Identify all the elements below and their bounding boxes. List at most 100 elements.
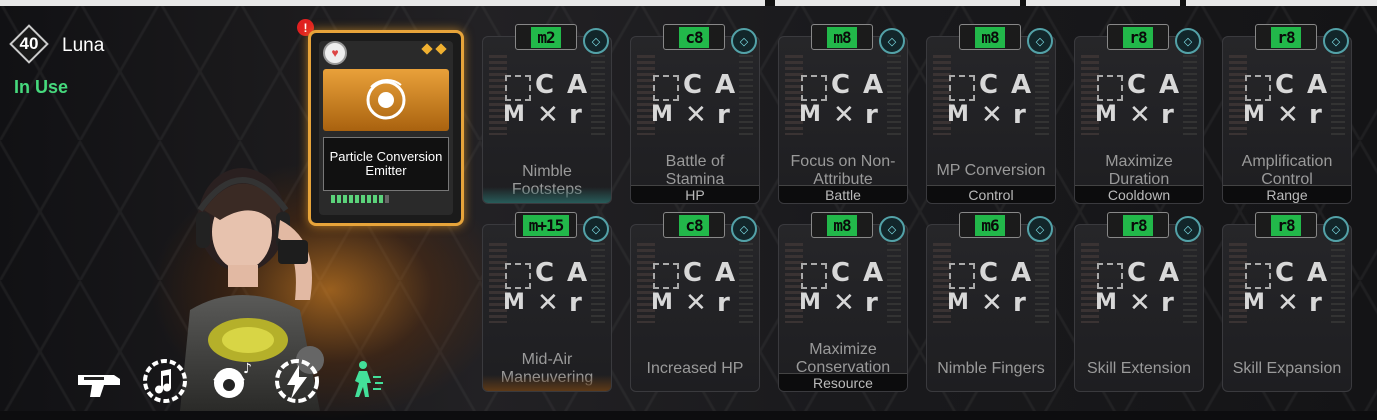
equipped-module-name: Particle Conversion Emitter: [323, 137, 449, 191]
module-type-icon: ◇: [583, 216, 609, 242]
module-cost-badge: m8: [811, 212, 873, 238]
capacity-pip: [337, 195, 341, 203]
capacity-pip: [343, 195, 347, 203]
module-art-icon: [323, 69, 449, 131]
module-socket-glyphs-icon: C A M ✕ r: [799, 70, 884, 130]
module-type-icon: ◇: [731, 28, 757, 54]
module-cost: r8: [1123, 214, 1153, 236]
module-card[interactable]: C A M ✕ r Increased HP c8 ◇: [630, 212, 760, 392]
module-type-icon: ◇: [1175, 28, 1201, 54]
module-type-icon: ◇: [1175, 216, 1201, 242]
svg-text:♪: ♪: [243, 361, 252, 377]
module-card-body: C A M ✕ r Nimble Fingers: [926, 224, 1056, 392]
capacity-bar: [331, 195, 389, 203]
module-tag: Battle: [779, 185, 907, 203]
module-cost: m6: [975, 214, 1005, 236]
module-card[interactable]: C A M ✕ r MP Conversion Control m8 ◇: [926, 24, 1056, 204]
module-type-icon: ◇: [1323, 28, 1349, 54]
module-socket-glyphs-icon: C A M ✕ r: [947, 258, 1032, 318]
module-card-body: C A M ✕ r Skill Extension: [1074, 224, 1204, 392]
module-cost-badge: r8: [1107, 212, 1169, 238]
top-strip: [0, 0, 1377, 6]
capacity-pip: [355, 195, 359, 203]
selected-accent: [483, 187, 611, 203]
module-socket-glyphs-icon: C A M ✕ r: [1095, 258, 1180, 318]
module-card-body: C A M ✕ r MP Conversion Control: [926, 36, 1056, 204]
level-number: 40: [19, 34, 39, 53]
module-card-body: CAM✕rNimble Footsteps: [482, 36, 612, 204]
module-name: Skill Extension: [1086, 360, 1192, 377]
module-name: Skill Expansion: [1232, 360, 1342, 377]
capacity-pip: [367, 195, 371, 203]
module-cost: m+15: [522, 214, 570, 236]
equipped-module-card[interactable]: ♥ Particle Conversion Emitter: [308, 30, 464, 226]
module-socket-glyphs-icon: C A M ✕ r: [503, 258, 588, 318]
module-cost: r8: [1271, 214, 1301, 236]
module-cost-badge: m2: [515, 24, 577, 50]
module-card[interactable]: C A M ✕ r Amplification Control Range r8 ◇: [1222, 24, 1352, 204]
module-socket-glyphs-icon: C A M ✕ r: [1243, 70, 1328, 130]
module-card[interactable]: C A M ✕ r Nimble Fingers m6 ◇: [926, 212, 1056, 392]
module-tag: Resource: [779, 373, 907, 391]
capacity-pip: [373, 195, 377, 203]
module-tag: Cooldown: [1075, 185, 1203, 203]
module-type-icon: ◇: [1027, 28, 1053, 54]
module-cost: m2: [531, 26, 561, 48]
module-card[interactable]: C A M ✕ r Skill Expansion r8 ◇: [1222, 212, 1352, 392]
module-card[interactable]: C A M ✕ r Focus on Non-Attribute Battle m8 ◇: [778, 24, 908, 204]
module-card[interactable]: C A M ✕ r Battle of Stamina HP c8 ◇: [630, 24, 760, 204]
module-type-icon: ◇: [583, 28, 609, 54]
module-cost-badge: c8: [663, 212, 725, 238]
lightning-ring-icon[interactable]: [272, 356, 322, 406]
module-name: Increased HP: [646, 360, 744, 377]
character-name: Luna: [62, 35, 105, 56]
module-cost-badge: m+15: [515, 212, 577, 238]
module-socket-glyphs-icon: C A M ✕ r: [1243, 258, 1328, 318]
module-cost: m8: [975, 26, 1005, 48]
favorite-icon[interactable]: ♥: [323, 41, 347, 65]
capacity-pip: [331, 195, 335, 203]
module-tag: HP: [631, 185, 759, 203]
capacity-pip: [361, 195, 365, 203]
module-cost: c8: [679, 26, 709, 48]
gun-icon[interactable]: [74, 356, 124, 406]
module-socket-glyphs-icon: C A M ✕ r: [503, 70, 588, 130]
module-card-body: C A M ✕ r Battle of Stamina HP: [630, 36, 760, 204]
capacity-pip: [385, 195, 389, 203]
module-socket-glyphs-icon: C A M ✕ r: [1095, 70, 1180, 130]
module-card-body: CAM✕rMid-Air Maneuvering: [482, 224, 612, 392]
module-socket-glyphs-icon: C A M ✕ r: [651, 258, 736, 318]
module-card-body: C A M ✕ r Maximize Duration Cooldown: [1074, 36, 1204, 204]
music-burst-icon[interactable]: [140, 356, 190, 406]
module-card[interactable]: C A M ✕ r Skill Extension r8 ◇: [1074, 212, 1204, 392]
module-cost-badge: r8: [1255, 212, 1317, 238]
capacity-pip: [379, 195, 383, 203]
module-cost-badge: m6: [959, 212, 1021, 238]
module-cost: c8: [679, 214, 709, 236]
module-card-body: C A M ✕ r Skill Expansion: [1222, 224, 1352, 392]
module-card[interactable]: C A M ✕ r Maximize Conservation Resource m8 ◇: [778, 212, 908, 392]
module-type-icon: ◇: [879, 216, 905, 242]
module-card-body: C A M ✕ r Increased HP: [630, 224, 760, 392]
module-socket-glyphs-icon: C A M ✕ r: [651, 70, 736, 130]
module-cost-badge: r8: [1107, 24, 1169, 50]
module-tag: Range: [1223, 185, 1351, 203]
skill-bar: ♪: [74, 356, 388, 406]
headphone-icon[interactable]: ♪: [206, 356, 256, 406]
module-card[interactable]: CAM✕rNimble Footstepsm2 ◇: [482, 24, 612, 204]
module-socket-glyphs-icon: C A M ✕ r: [947, 70, 1032, 130]
level-badge: 40: [9, 24, 49, 64]
module-cost-badge: c8: [663, 24, 725, 50]
module-cost-badge: m8: [811, 24, 873, 50]
module-card-body: C A M ✕ r Focus on Non-Attribute Battle: [778, 36, 908, 204]
module-card[interactable]: C A M ✕ r Maximize Duration Cooldown r8 ◇: [1074, 24, 1204, 204]
dance-icon[interactable]: [338, 356, 388, 406]
module-socket-glyphs-icon: C A M ✕ r: [799, 258, 884, 318]
module-type-icon: ◇: [1323, 216, 1349, 242]
module-type-icon: ◇: [1027, 216, 1053, 242]
module-card-body: C A M ✕ r Maximize Conservation Resource: [778, 224, 908, 392]
module-cost: r8: [1271, 26, 1301, 48]
selected-accent: [483, 375, 611, 391]
module-tag: Control: [927, 185, 1055, 203]
module-card[interactable]: CAM✕rMid-Air Maneuveringm+15 ◇: [482, 212, 612, 392]
